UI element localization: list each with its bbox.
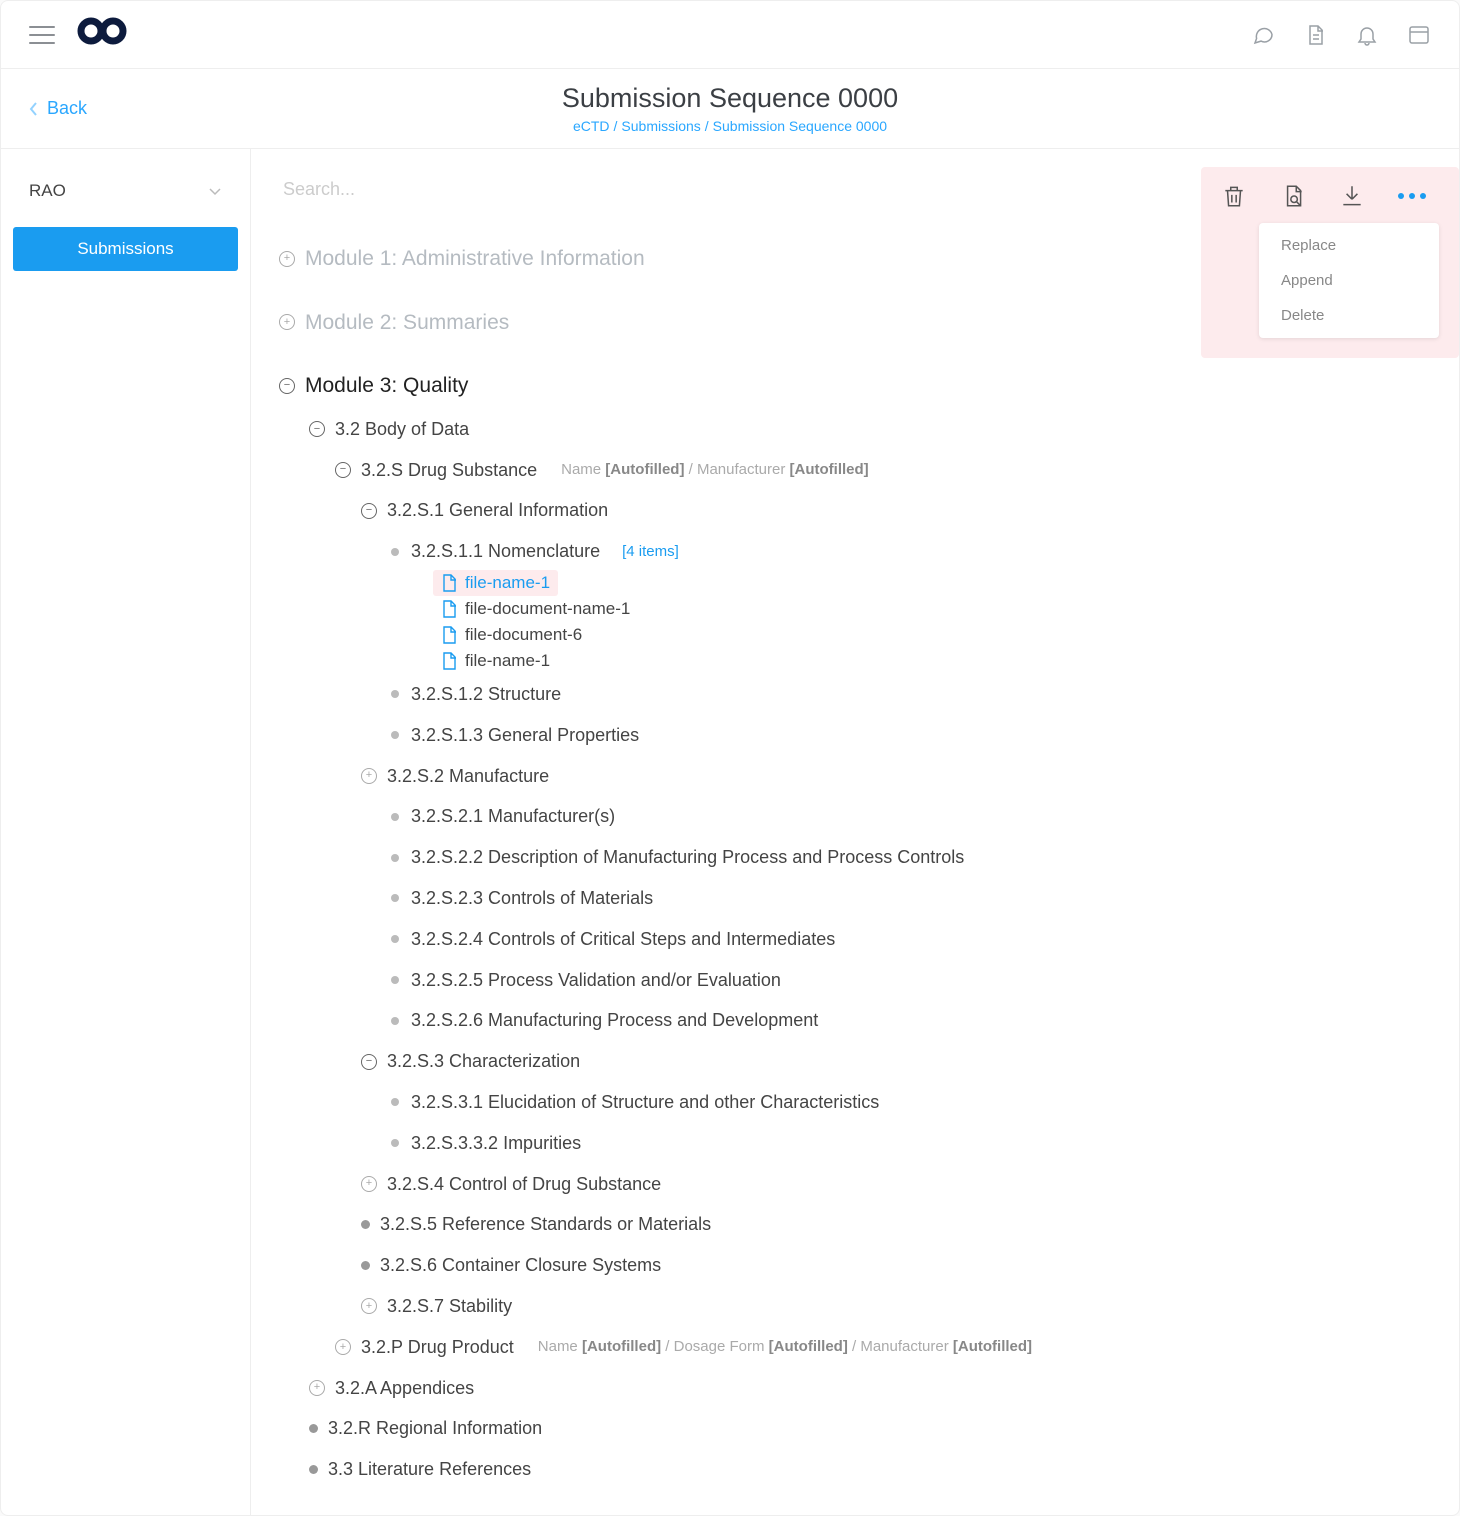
chat-icon[interactable]	[1251, 23, 1275, 47]
tree-node-module-4[interactable]: + Module 4: Nonclinical Study Reports	[279, 1508, 1431, 1515]
expand-icon[interactable]: +	[361, 1176, 377, 1192]
bell-icon[interactable]	[1355, 23, 1379, 47]
tree-node[interactable]: + 3.2.S.2 Manufacture	[279, 756, 1431, 797]
tree-node[interactable]: 3.2.R Regional Information	[279, 1408, 1431, 1449]
tree-node[interactable]: − 3.2.S.3 Characterization	[279, 1041, 1431, 1082]
panel-icon[interactable]	[1407, 23, 1431, 47]
tree-node[interactable]: 3.2.S.1.3 General Properties	[279, 715, 1431, 756]
tree-node[interactable]: 3.2.S.2.6 Manufacturing Process and Deve…	[279, 1000, 1431, 1041]
tree-node[interactable]: 3.2.S.3.1 Elucidation of Structure and o…	[279, 1082, 1431, 1123]
expand-icon[interactable]: +	[279, 251, 295, 267]
tree-node[interactable]: +3.2.S.7 Stability	[279, 1286, 1431, 1327]
trash-icon[interactable]	[1221, 183, 1247, 209]
tree-node[interactable]: 3.2.S.2.2 Description of Manufacturing P…	[279, 837, 1431, 878]
action-panel: Replace Append Delete	[1201, 167, 1459, 358]
download-icon[interactable]	[1339, 183, 1365, 209]
search-input[interactable]	[279, 171, 679, 208]
file-icon	[441, 652, 457, 670]
tree-node[interactable]: 3.3 Literature References	[279, 1449, 1431, 1490]
tree-node[interactable]: +3.2.A Appendices	[279, 1368, 1431, 1409]
breadcrumb[interactable]: eCTD/Submissions/Submission Sequence 000…	[562, 118, 898, 134]
bullet-icon	[391, 1017, 399, 1025]
tree-node[interactable]: − 3.2.S Drug Substance Name [Autofilled]…	[279, 450, 1431, 491]
chevron-down-icon	[208, 186, 222, 196]
file-item[interactable]: file-document-6	[433, 622, 590, 648]
bullet-icon	[391, 935, 399, 943]
tree-node[interactable]: 3.2.S.2.4 Controls of Critical Steps and…	[279, 919, 1431, 960]
collapse-icon[interactable]: −	[361, 503, 377, 519]
file-item[interactable]: file-name-1	[433, 570, 558, 596]
tree-node[interactable]: 3.2.S.1.1 Nomenclature [4 items]	[279, 531, 1431, 572]
tree-node[interactable]: 3.2.S.6 Container Closure Systems	[279, 1245, 1431, 1286]
collapse-icon[interactable]: −	[279, 378, 295, 394]
tree-node-module-3[interactable]: − Module 3: Quality	[279, 363, 1431, 409]
more-icon[interactable]	[1398, 193, 1426, 199]
collapse-icon[interactable]: −	[361, 1054, 377, 1070]
back-button[interactable]: Back	[29, 98, 87, 119]
tree-node[interactable]: + 3.2.P Drug Product Name [Autofilled] /…	[279, 1327, 1431, 1368]
file-item[interactable]: file-document-name-1	[433, 596, 638, 622]
tree-node[interactable]: 3.2.S.1.2 Structure	[279, 674, 1431, 715]
expand-icon[interactable]: +	[309, 1380, 325, 1396]
bullet-icon	[309, 1424, 318, 1433]
collapse-icon[interactable]: −	[309, 421, 325, 437]
menu-delete[interactable]: Delete	[1281, 307, 1417, 324]
item-count: [4 items]	[622, 540, 679, 564]
expand-icon[interactable]: +	[279, 314, 295, 330]
expand-icon[interactable]: +	[335, 1339, 351, 1355]
back-label: Back	[47, 98, 87, 119]
tree-node[interactable]: +3.2.S.4 Control of Drug Substance	[279, 1164, 1431, 1205]
project-select[interactable]: RAO	[13, 169, 238, 213]
menu-replace[interactable]: Replace	[1281, 237, 1417, 254]
bullet-icon	[391, 1098, 399, 1106]
bullet-icon	[361, 1261, 370, 1270]
file-icon	[441, 574, 457, 592]
bullet-icon	[361, 1220, 370, 1229]
tree-node[interactable]: 3.2.S.2.1 Manufacturer(s)	[279, 796, 1431, 837]
tree-node[interactable]: 3.2.S.2.3 Controls of Materials	[279, 878, 1431, 919]
bullet-icon	[391, 894, 399, 902]
tree-node[interactable]: − 3.2.S.1 General Information	[279, 490, 1431, 531]
bullet-icon	[391, 813, 399, 821]
expand-icon[interactable]: +	[361, 768, 377, 784]
bullet-icon	[391, 731, 399, 739]
tree-node[interactable]: − 3.2 Body of Data	[279, 409, 1431, 450]
collapse-icon[interactable]: −	[335, 462, 351, 478]
tree-node[interactable]: 3.2.S.3.3.2 Impurities	[279, 1123, 1431, 1164]
context-menu: Replace Append Delete	[1259, 223, 1439, 338]
file-icon	[441, 626, 457, 644]
file-icon	[441, 600, 457, 618]
document-icon[interactable]	[1303, 23, 1327, 47]
logo	[77, 17, 127, 53]
submissions-button[interactable]: Submissions	[13, 227, 238, 271]
tree-node[interactable]: 3.2.S.2.5 Process Validation and/or Eval…	[279, 960, 1431, 1001]
menu-icon[interactable]	[29, 20, 55, 50]
project-name: RAO	[29, 181, 66, 201]
bullet-icon	[391, 854, 399, 862]
bullet-icon	[391, 976, 399, 984]
bullet-icon	[391, 1139, 399, 1147]
file-item[interactable]: file-name-1	[433, 648, 558, 674]
preview-icon[interactable]	[1280, 183, 1306, 209]
tree-node[interactable]: 3.2.S.5 Reference Standards or Materials	[279, 1204, 1431, 1245]
bullet-icon	[391, 690, 399, 698]
menu-append[interactable]: Append	[1281, 272, 1417, 289]
bullet-icon	[391, 548, 399, 556]
expand-icon[interactable]: +	[361, 1298, 377, 1314]
page-title: Submission Sequence 0000	[562, 83, 898, 114]
bullet-icon	[309, 1465, 318, 1474]
